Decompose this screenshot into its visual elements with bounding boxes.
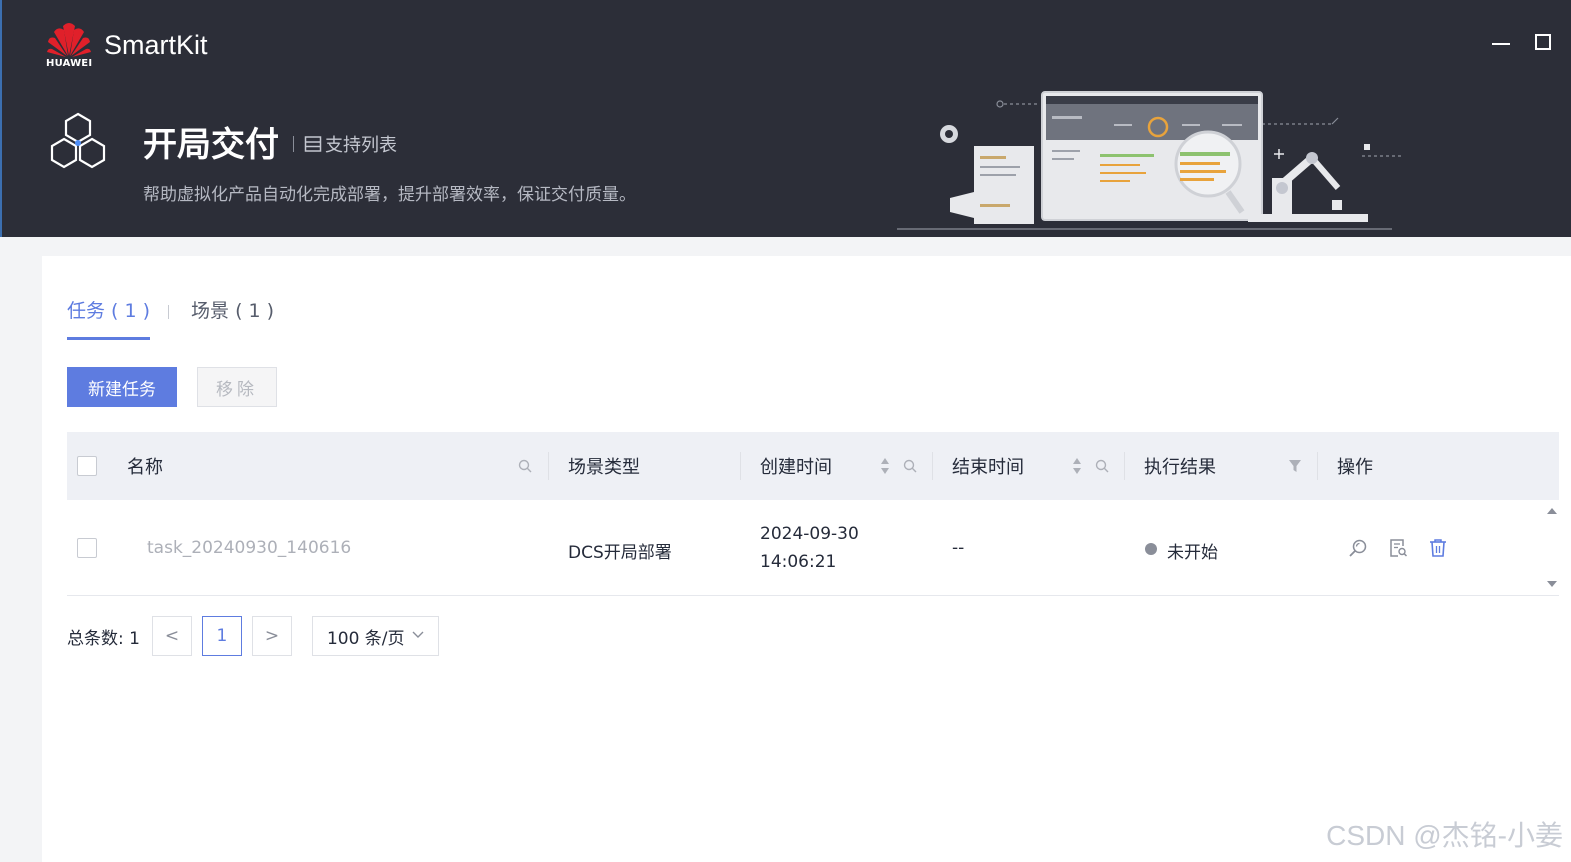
result-status: 未开始 xyxy=(1167,543,1218,563)
search-icon[interactable] xyxy=(1095,459,1109,473)
support-list-label: 支持列表 xyxy=(325,135,397,156)
tab-scenes[interactable]: 场景 ( 1 ) xyxy=(191,296,274,340)
tab-tasks[interactable]: 任务 ( 1 ) xyxy=(67,296,151,340)
support-list-link[interactable]: 支持列表 xyxy=(304,131,397,157)
search-icon[interactable] xyxy=(518,459,532,473)
hexagon-cluster-icon xyxy=(50,112,106,169)
app-header: HUAWEI SmartKit 开局交付 支持列表 帮助虚拟化产品自动化完成部署… xyxy=(0,0,1571,237)
page-number[interactable]: 1 xyxy=(201,616,242,656)
column-separator xyxy=(1317,452,1318,480)
column-header-scene-type: 场景类型 xyxy=(568,457,640,478)
sort-icon[interactable] xyxy=(880,457,890,475)
brand: HUAWEI SmartKit xyxy=(46,20,208,70)
main-panel: 任务 ( 1 ) 场景 ( 1 ) 新建任务 移除 名称 场景类型 创建时间 结… xyxy=(42,256,1571,862)
scene-type: DCS开局部署 xyxy=(568,543,672,563)
page-size-select[interactable]: 100 条/页 xyxy=(311,616,439,656)
remove-button[interactable]: 移除 xyxy=(197,367,277,407)
tab-bar: 任务 ( 1 ) 场景 ( 1 ) xyxy=(67,296,274,340)
created-date: 2024-09-30 xyxy=(760,524,859,544)
watermark: CSDN @杰铭-小姜 xyxy=(1326,820,1563,851)
page-description: 帮助虚拟化产品自动化完成部署，提升部署效率，保证交付质量。 xyxy=(143,185,636,205)
tab-divider xyxy=(168,305,170,319)
select-all-checkbox[interactable] xyxy=(77,456,97,476)
created-time: 14:06:21 xyxy=(760,552,837,572)
sort-icon[interactable] xyxy=(1072,457,1082,475)
chevron-down-icon xyxy=(412,631,424,638)
column-separator xyxy=(740,452,741,480)
minimize-button[interactable] xyxy=(1492,34,1510,52)
huawei-flower-icon: HUAWEI xyxy=(46,20,92,70)
status-dot xyxy=(1145,543,1157,555)
view-detail-icon[interactable] xyxy=(1348,538,1368,558)
table-row: task_20240930_140616 DCS开局部署 2024-09-30 … xyxy=(67,500,1559,596)
report-icon[interactable] xyxy=(1388,538,1408,558)
row-checkbox[interactable] xyxy=(77,538,97,558)
column-header-result: 执行结果 xyxy=(1144,457,1216,478)
scroll-up-arrow[interactable] xyxy=(1547,508,1557,514)
maximize-button[interactable] xyxy=(1535,34,1551,50)
filter-icon[interactable] xyxy=(1288,459,1302,473)
deployment-illustration xyxy=(897,91,1404,230)
title-divider xyxy=(293,136,294,152)
app-name: SmartKit xyxy=(104,30,208,60)
new-task-button[interactable]: 新建任务 xyxy=(67,367,177,407)
total-count: 总条数: 1 xyxy=(67,628,140,649)
trash-icon[interactable] xyxy=(1428,538,1448,558)
task-table: 名称 场景类型 创建时间 结束时间 执行结果 操作 task_20240930_… xyxy=(67,432,1559,596)
column-header-name: 名称 xyxy=(127,457,163,478)
column-header-ended: 结束时间 xyxy=(952,457,1024,478)
column-separator xyxy=(1124,452,1125,480)
page-size-value: 100 条/页 xyxy=(326,628,405,649)
column-header-actions: 操作 xyxy=(1337,457,1373,478)
pagination: 总条数: 1 < 1 > 100 条/页 xyxy=(67,616,439,656)
next-page-button[interactable]: > xyxy=(251,616,292,656)
column-separator xyxy=(932,452,933,480)
scroll-down-arrow[interactable] xyxy=(1547,581,1557,587)
page-title: 开局交付 xyxy=(143,125,279,165)
column-separator xyxy=(548,452,549,480)
task-name[interactable]: task_20240930_140616 xyxy=(147,538,351,558)
brand-mark-text: HUAWEI xyxy=(46,58,93,69)
ended-time: -- xyxy=(952,538,965,558)
prev-page-button[interactable]: < xyxy=(151,616,192,656)
column-header-created: 创建时间 xyxy=(760,457,832,478)
table-header: 名称 场景类型 创建时间 结束时间 执行结果 操作 xyxy=(67,432,1559,500)
search-icon[interactable] xyxy=(903,459,917,473)
list-icon xyxy=(304,136,322,152)
